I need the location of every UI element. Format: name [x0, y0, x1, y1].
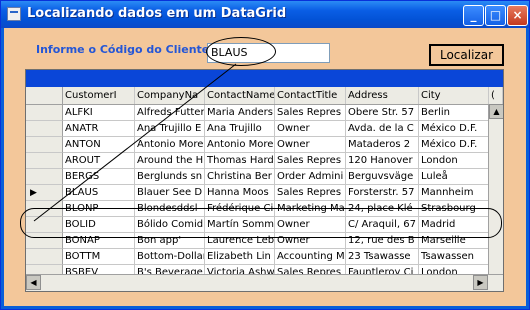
app-icon: [7, 7, 21, 21]
maximize-button[interactable]: □: [485, 5, 506, 26]
close-button[interactable]: ×: [507, 5, 528, 26]
window-title: Localizando dados em um DataGrid: [27, 6, 287, 21]
minimize-button[interactable]: _: [463, 5, 484, 26]
annotation-arrow-line: [33, 63, 237, 222]
app-window: Localizando dados em um DataGrid _ □ × I…: [0, 0, 530, 310]
title-bar[interactable]: Localizando dados em um DataGrid _ □ ×: [1, 1, 529, 28]
client-area: Informe o Código do Cliente BLAUS Locali…: [4, 28, 526, 306]
